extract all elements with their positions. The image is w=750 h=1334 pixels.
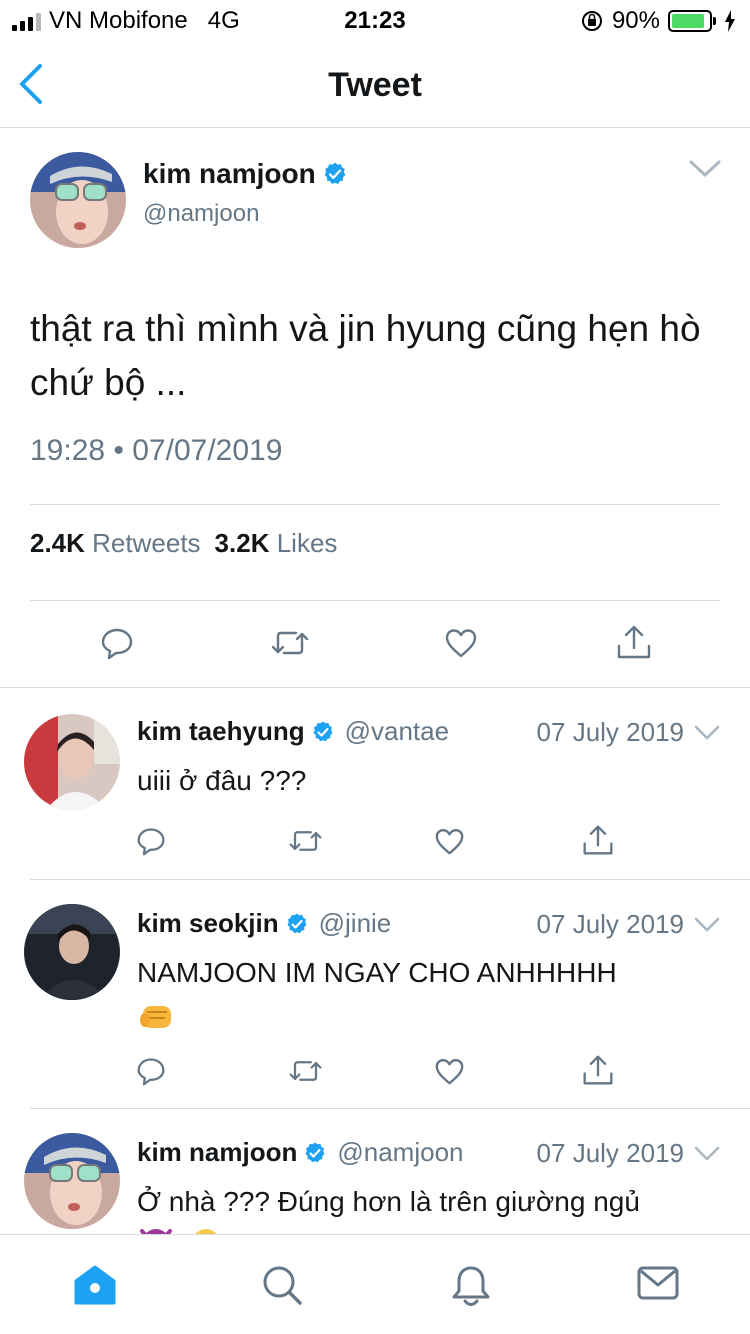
- share-icon[interactable]: [616, 624, 652, 660]
- reply-author-handle[interactable]: @vantae: [345, 716, 449, 747]
- retweets-label: Retweets: [92, 528, 201, 558]
- notifications-icon[interactable]: [450, 1263, 492, 1309]
- reply-tweet[interactable]: kim namjoon @namjoon 07 July 2019 Ở nhà …: [0, 1109, 750, 1234]
- tweet-text: thật ra thì mình và jin hyung cũng hẹn h…: [30, 308, 701, 403]
- reply-tweet[interactable]: kim taehyung @vantae 07 July 2019 uiii ở…: [0, 688, 750, 880]
- status-right: 90%: [580, 7, 736, 35]
- reply-text-label: Ở nhà ??? Đúng hơn là trên giường ngủ: [137, 1186, 640, 1217]
- reply-text: uiii ở đâu ???: [137, 765, 307, 796]
- share-icon[interactable]: [582, 1054, 614, 1086]
- reply-icon[interactable]: [100, 626, 134, 660]
- battery-percent: 90%: [611, 7, 660, 34]
- avatar[interactable]: [24, 714, 120, 810]
- nav-bar: Tweet: [0, 40, 750, 128]
- tweet-timestamp: 19:28 • 07/07/2019: [30, 434, 283, 467]
- retweets-count: 2.4K: [30, 528, 85, 558]
- fist-emoji-icon: [140, 1005, 171, 1028]
- chevron-down-icon[interactable]: [694, 724, 720, 742]
- reply-header: kim namjoon @namjoon: [137, 1137, 464, 1168]
- charging-icon: [725, 10, 735, 32]
- verified-badge-icon: [305, 1142, 325, 1162]
- likes-stat[interactable]: 3.2K Likes: [215, 528, 338, 559]
- rotation-lock-icon: [581, 11, 602, 31]
- tweet-stats: 2.4K Retweets 3.2K Likes: [30, 528, 337, 559]
- share-icon[interactable]: [582, 824, 614, 856]
- verified-badge-icon: [313, 721, 333, 741]
- like-icon[interactable]: [434, 1057, 465, 1086]
- chevron-down-icon[interactable]: [688, 158, 722, 180]
- author-name-label: kim namjoon: [143, 158, 316, 189]
- chevron-down-icon[interactable]: [694, 916, 720, 934]
- reply-author-handle[interactable]: @namjoon: [337, 1137, 463, 1168]
- reply-header: kim seokjin @jinie: [137, 908, 391, 939]
- messages-icon[interactable]: [636, 1263, 680, 1303]
- retweets-stat[interactable]: 2.4K Retweets: [30, 528, 201, 559]
- avatar[interactable]: [24, 1133, 120, 1229]
- reply-icon[interactable]: [136, 1056, 166, 1086]
- reply-date: 07 July 2019: [536, 1138, 684, 1168]
- reply-text-label: NAMJOON IM NGAY CHO ANHHHHH: [137, 957, 617, 988]
- reply-text: Ở nhà ??? Đúng hơn là trên giường ngủ: [137, 1181, 727, 1234]
- battery-fill: [672, 14, 705, 28]
- retweet-icon[interactable]: [288, 1056, 323, 1086]
- verified-badge-icon: [324, 162, 345, 184]
- verified-badge-icon: [287, 913, 307, 933]
- retweet-icon[interactable]: [270, 626, 310, 660]
- page-title: Tweet: [328, 66, 422, 104]
- like-icon[interactable]: [434, 827, 465, 856]
- avatar[interactable]: [30, 152, 126, 248]
- main-tweet: kim namjoon @namjoon thật ra thì mình và…: [0, 128, 750, 688]
- devil-emoji-icon: [140, 1229, 172, 1234]
- smile-emoji-icon: [195, 1229, 217, 1234]
- search-icon[interactable]: [260, 1263, 304, 1307]
- reply-author-handle[interactable]: @jinie: [319, 908, 392, 939]
- battery-icon: [668, 10, 716, 32]
- reply-tweet[interactable]: kim seokjin @jinie 07 July 2019 NAMJOON …: [0, 880, 750, 1109]
- author-name[interactable]: kim namjoon: [143, 158, 348, 190]
- author-handle[interactable]: @namjoon: [143, 200, 259, 228]
- reply-author-name[interactable]: kim taehyung: [137, 716, 305, 747]
- reply-text: NAMJOON IM NGAY CHO ANHHHHH: [137, 952, 727, 1036]
- reply-icon[interactable]: [136, 826, 166, 856]
- retweet-icon[interactable]: [288, 826, 323, 856]
- reply-date: 07 July 2019: [536, 717, 684, 747]
- chevron-down-icon[interactable]: [694, 1145, 720, 1163]
- reply-date: 07 July 2019: [536, 909, 684, 939]
- reply-header: kim taehyung @vantae: [137, 716, 449, 747]
- home-icon[interactable]: [72, 1263, 118, 1307]
- likes-label: Likes: [276, 528, 338, 558]
- likes-count: 3.2K: [214, 528, 270, 558]
- like-icon[interactable]: [444, 627, 478, 659]
- reply-author-name[interactable]: kim namjoon: [137, 1137, 297, 1168]
- reply-author-name[interactable]: kim seokjin: [137, 908, 279, 939]
- divider: [30, 600, 720, 601]
- avatar[interactable]: [24, 904, 120, 1000]
- status-bar: VN Mobifone 4G 21:23 90%: [0, 0, 750, 40]
- divider: [30, 504, 720, 505]
- tab-bar: [0, 1234, 750, 1334]
